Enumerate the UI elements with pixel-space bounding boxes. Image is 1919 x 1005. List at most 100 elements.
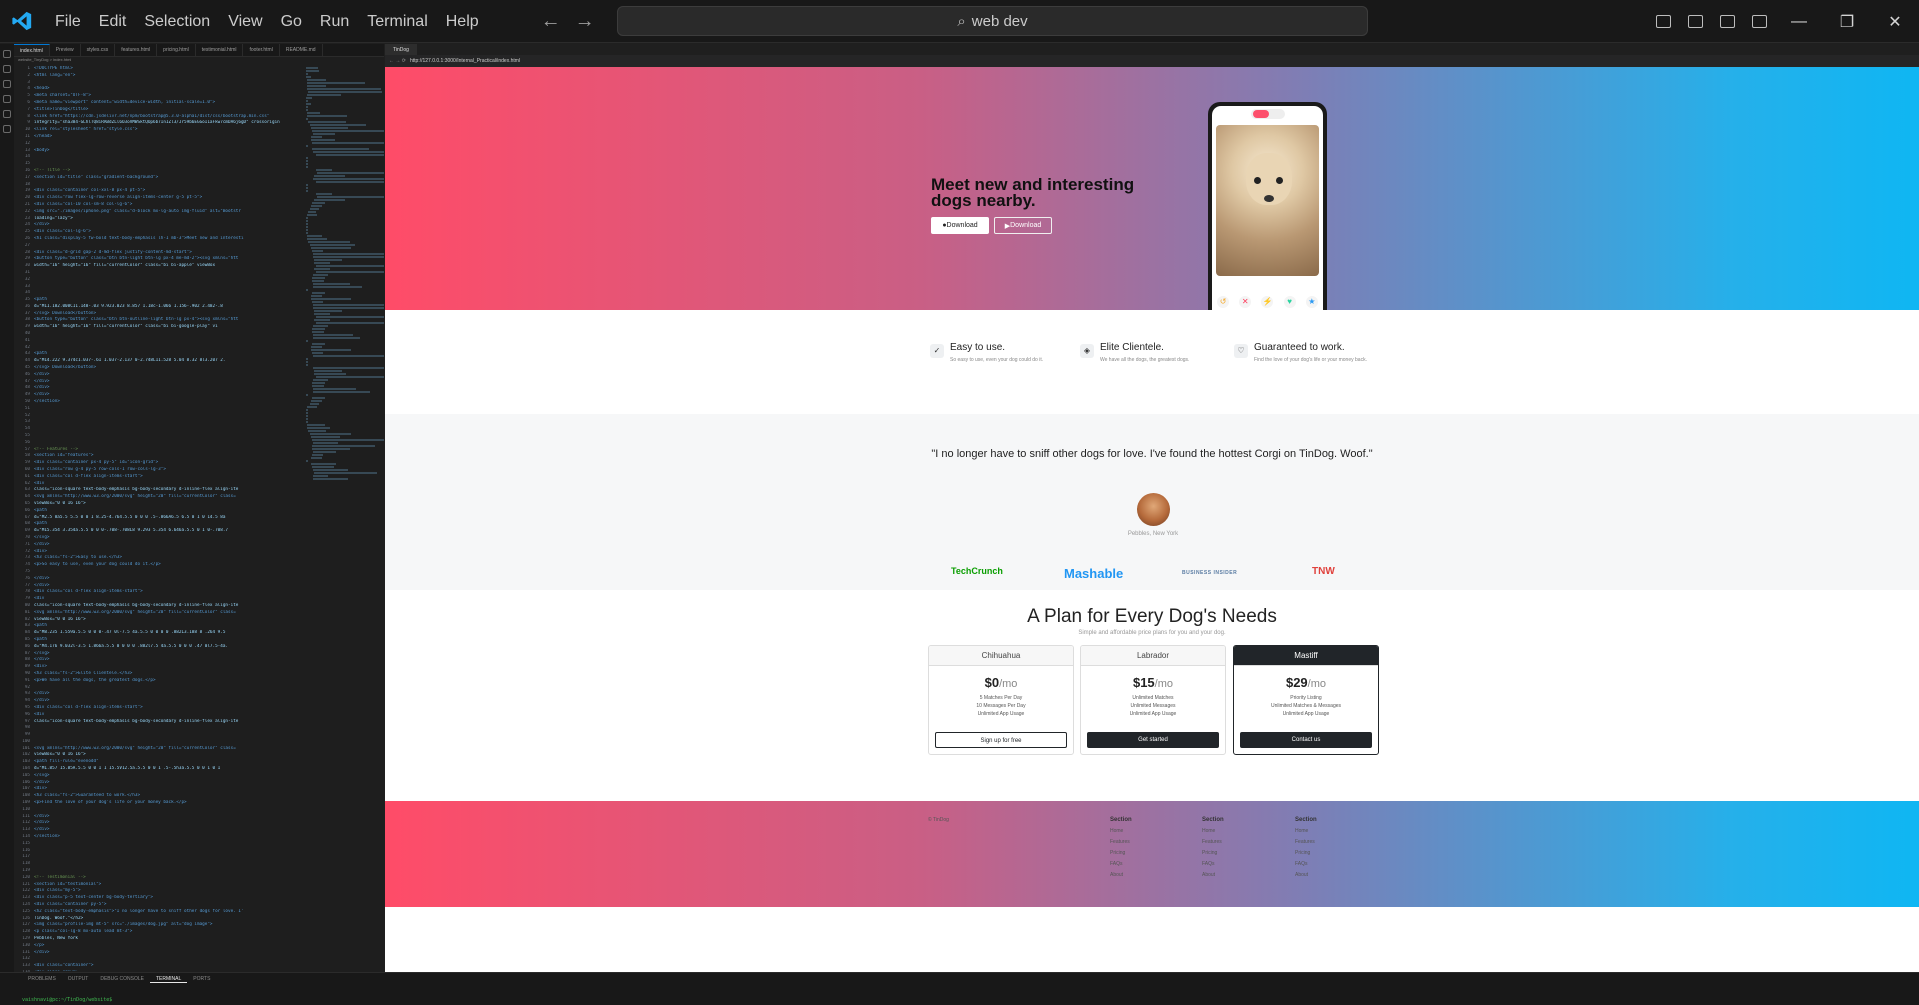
code-line[interactable]: </div> <box>34 657 304 664</box>
code-line[interactable]: <head> <box>34 86 304 93</box>
code-editor[interactable]: index.html Preview styles.css features.h… <box>14 44 384 972</box>
code-line[interactable] <box>34 161 304 168</box>
download-apple-button[interactable]: ● Download <box>931 217 989 234</box>
footer-link[interactable]: About <box>1202 870 1262 881</box>
browser-nav-icon[interactable]: ← → ⟳ <box>389 58 406 64</box>
code-line[interactable]: </p> <box>34 943 304 950</box>
code-line[interactable] <box>34 331 304 338</box>
code-line[interactable] <box>34 284 304 291</box>
code-line[interactable]: <!-- Features --> <box>34 447 304 454</box>
code-line[interactable]: class="icon-square text-body-emphasis bg… <box>34 719 304 726</box>
code-line[interactable]: TinDog. Woof."</h2> <box>34 916 304 923</box>
code-line[interactable]: <div class="col-lg-6"> <box>34 229 304 236</box>
code-line[interactable]: <path <box>34 351 304 358</box>
code-line[interactable]: <div class="col-10 col-sm-8 col-lg-6"> <box>34 202 304 209</box>
breadcrumb[interactable]: website_TinyDog > index.html <box>14 57 384 65</box>
url-bar[interactable]: ← → ⟳ http://127.0.0.1:3000/Internal_Pra… <box>385 55 1919 67</box>
code-line[interactable] <box>34 433 304 440</box>
code-line[interactable]: <h3 class="fs-2">Elite Clientele.</h3> <box>34 671 304 678</box>
code-line[interactable]: <img class="profile-img mt-5" src="./ima… <box>34 922 304 929</box>
code-line[interactable]: <div <box>34 712 304 719</box>
code-line[interactable]: </div> <box>34 392 304 399</box>
menu-file[interactable]: File <box>46 0 90 43</box>
menu-terminal[interactable]: Terminal <box>358 0 436 43</box>
code-line[interactable] <box>34 956 304 963</box>
menu-edit[interactable]: Edit <box>90 0 136 43</box>
code-line[interactable]: <div class="d-grid gap-2 d-md-flex justi… <box>34 250 304 257</box>
code-line[interactable]: <path <box>34 508 304 515</box>
code-line[interactable]: <div class="row flex-lg-row-reverse alig… <box>34 195 304 202</box>
code-line[interactable]: <svg xmlns="http://www.w3.org/2000/svg" … <box>34 746 304 753</box>
footer-link[interactable]: Home <box>1202 826 1262 837</box>
code-line[interactable] <box>34 290 304 297</box>
code-line[interactable]: </div> <box>34 542 304 549</box>
code-line[interactable]: <!DOCTYPE html> <box>34 66 304 73</box>
code-line[interactable] <box>34 277 304 284</box>
code-line[interactable]: width="16" height="16" fill="currentColo… <box>34 263 304 270</box>
forward-arrow-icon[interactable]: → <box>568 10 602 33</box>
code-line[interactable]: <div class="col d-flex align-items-start… <box>34 589 304 596</box>
footer-link[interactable]: About <box>1295 870 1355 881</box>
code-line[interactable]: </svg> <box>34 773 304 780</box>
code-line[interactable] <box>34 685 304 692</box>
code-line[interactable]: <div> <box>34 786 304 793</box>
code-line[interactable]: <div class="row"> <box>34 970 304 971</box>
code-line[interactable]: d="M4.176 9.032l-3.5 1.866a.5.5 0 0 0 0 … <box>34 644 304 651</box>
footer-link[interactable]: Features <box>1295 837 1355 848</box>
code-line[interactable]: <path <box>34 637 304 644</box>
run-debug-icon[interactable] <box>3 95 11 103</box>
code-line[interactable] <box>34 426 304 433</box>
minimap[interactable] <box>306 66 384 626</box>
footer-link[interactable]: FAQs <box>1202 859 1262 870</box>
panel-tab-ports[interactable]: PORTS <box>187 973 216 983</box>
code-content[interactable]: <!DOCTYPE html> <html lang="en"> <head> <m… <box>34 66 304 971</box>
code-line[interactable]: <p class="col-lg-8 mx-auto lead mt-3"> <box>34 929 304 936</box>
code-line[interactable]: d="M11.182.008C11.148-.03 9.923.023 8.85… <box>34 304 304 311</box>
footer-link[interactable]: Pricing <box>1295 848 1355 859</box>
menu-selection[interactable]: Selection <box>135 0 219 43</box>
remote-explorer-icon[interactable] <box>3 125 11 133</box>
code-line[interactable]: <p>So easy to use, even your dog could d… <box>34 562 304 569</box>
browser-tab[interactable]: TinDog <box>385 44 417 55</box>
footer-link[interactable]: Pricing <box>1110 848 1170 859</box>
code-line[interactable] <box>34 440 304 447</box>
terminal-prompt[interactable]: vaishnavi@pc:~/TinDog/website$ <box>22 997 112 1003</box>
footer-link[interactable]: FAQs <box>1110 859 1170 870</box>
footer-link[interactable]: FAQs <box>1295 859 1355 870</box>
code-line[interactable]: </div> <box>34 814 304 821</box>
code-line[interactable]: <body> <box>34 148 304 155</box>
code-line[interactable]: <div class="container col-xxl-8 px-4 pt-… <box>34 188 304 195</box>
code-line[interactable]: d="M1.857 15.85A.5.5 0 0 1 1 15.5V12.5a.… <box>34 766 304 773</box>
back-arrow-icon[interactable]: ← <box>534 10 568 33</box>
code-line[interactable]: </div> <box>34 950 304 957</box>
code-line[interactable]: <meta charset="UTF-8"> <box>34 93 304 100</box>
code-line[interactable] <box>34 732 304 739</box>
editor-tab[interactable]: Preview <box>50 44 81 56</box>
code-line[interactable]: viewBox="0 0 16 16"> <box>34 501 304 508</box>
code-line[interactable]: width="16" height="16" fill="currentColo… <box>34 324 304 331</box>
footer-link[interactable]: Home <box>1295 826 1355 837</box>
code-line[interactable]: d="M2.5 8a5.5 5.5 0 0 1 8.25-4.764.5.5 0… <box>34 515 304 522</box>
code-line[interactable] <box>34 413 304 420</box>
code-line[interactable]: <div class="col d-flex align-items-start… <box>34 705 304 712</box>
code-line[interactable] <box>34 338 304 345</box>
panel-tab-output[interactable]: OUTPUT <box>62 973 95 983</box>
code-line[interactable] <box>34 182 304 189</box>
code-line[interactable]: <div> <box>34 549 304 556</box>
menu-view[interactable]: View <box>219 0 271 43</box>
menu-run[interactable]: Run <box>311 0 358 43</box>
code-line[interactable]: </div> <box>34 698 304 705</box>
code-line[interactable]: </svg> Download</button> <box>34 365 304 372</box>
code-line[interactable]: <svg xmlns="http://www.w3.org/2000/svg" … <box>34 494 304 501</box>
code-line[interactable]: class="icon-square text-body-emphasis bg… <box>34 487 304 494</box>
code-line[interactable]: <path fill-rule="evenodd" <box>34 759 304 766</box>
code-line[interactable]: <meta name="viewport" content="width=dev… <box>34 100 304 107</box>
editor-tab[interactable]: testimonial.html <box>196 44 244 56</box>
code-line[interactable]: d="M8.235 1.559a.5.5 0 0 0-.47 0l-7.5 4a… <box>34 630 304 637</box>
sign-up-free-button[interactable]: Sign up for free <box>935 732 1067 748</box>
code-line[interactable]: <h1 class="display-5 fw-bold text-body-e… <box>34 236 304 243</box>
code-line[interactable]: <div class="my-5"> <box>34 888 304 895</box>
toggle-panel-icon[interactable] <box>1679 0 1711 43</box>
code-line[interactable]: </div> <box>34 379 304 386</box>
code-line[interactable]: <div class="container py-5"> <box>34 902 304 909</box>
